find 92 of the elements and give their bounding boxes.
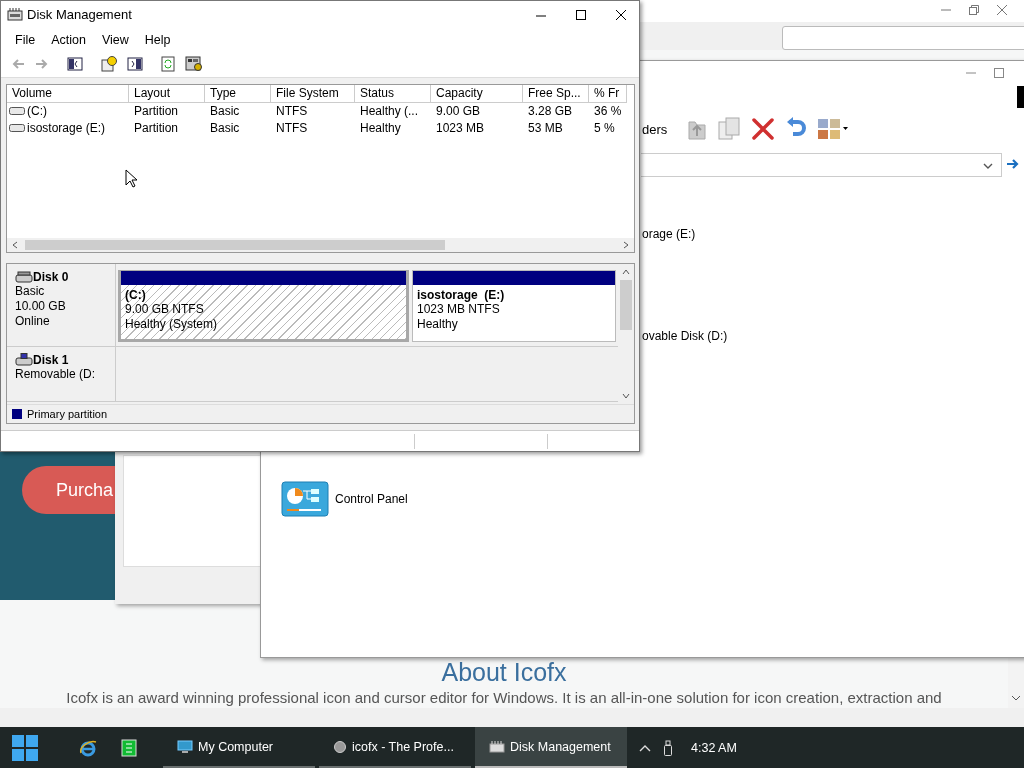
address-field[interactable] xyxy=(782,26,1024,50)
column-header[interactable]: Capacity xyxy=(431,84,523,103)
app-icon xyxy=(7,6,23,23)
partition-size: 1023 MB NTFS xyxy=(417,301,500,317)
table-cell: 1023 MB xyxy=(436,121,485,136)
item-label[interactable]: Control Panel xyxy=(335,492,408,506)
address-field[interactable] xyxy=(641,153,1002,177)
table-cell: 53 MB xyxy=(528,121,563,136)
column-header[interactable]: Status xyxy=(355,84,431,103)
delete-icon[interactable] xyxy=(751,117,775,141)
column-header[interactable]: Volume xyxy=(7,84,129,103)
disk-info: Online xyxy=(15,313,51,329)
table-cell: Partition xyxy=(134,121,179,136)
menu-item[interactable]: Help xyxy=(136,32,179,47)
partition-size: 9.00 GB NTFS xyxy=(125,301,205,317)
table-cell: 3.28 GB xyxy=(528,104,573,119)
dropdown-icon[interactable] xyxy=(983,162,993,170)
scroll-up-icon[interactable] xyxy=(622,267,630,276)
section-heading: About Icofx xyxy=(440,658,568,687)
go-arrow-icon[interactable] xyxy=(1006,158,1020,170)
column-header[interactable]: Free Sp... xyxy=(523,84,589,103)
column-header[interactable]: Layout xyxy=(129,84,205,103)
disk-info: Removable (D: xyxy=(15,366,97,382)
start-button[interactable] xyxy=(11,733,39,762)
scroll-down-icon[interactable] xyxy=(622,392,630,401)
maximize-icon[interactable] xyxy=(575,8,587,21)
table-cell: NTFS xyxy=(276,104,308,119)
views-icon[interactable] xyxy=(817,118,849,140)
column-header[interactable]: Type xyxy=(205,84,271,103)
legend-label: Primary partition xyxy=(27,408,108,421)
menu-item[interactable]: File xyxy=(7,32,44,47)
disk-info: Basic xyxy=(15,283,46,299)
horizontal-scrollbar[interactable] xyxy=(7,237,634,252)
properties-icon[interactable] xyxy=(185,55,203,72)
app-icon xyxy=(489,739,505,754)
restore-icon[interactable] xyxy=(968,4,980,16)
table-cell: NTFS xyxy=(276,121,308,136)
drive-label[interactable]: ovable Disk (D:) xyxy=(642,329,728,343)
purchase-button[interactable]: Purcha xyxy=(22,466,115,514)
toolbar-label[interactable]: ders xyxy=(642,122,668,137)
table-cell: Basic xyxy=(210,121,240,136)
browser-icon[interactable] xyxy=(79,738,97,757)
disk-name[interactable]: Disk 1 xyxy=(33,352,69,367)
scroll-right-icon[interactable] xyxy=(622,240,630,249)
close-icon[interactable] xyxy=(615,8,627,21)
table-cell: (C:) xyxy=(27,104,47,119)
partition-name: isostorage (E:) xyxy=(417,287,506,302)
partition-block[interactable]: (C:) 9.00 GB NTFS Healthy (System) xyxy=(118,269,409,342)
column-header[interactable]: % Fr xyxy=(589,84,627,103)
table-cell: 5 % xyxy=(594,121,615,136)
usb-drive-icon[interactable] xyxy=(663,739,673,756)
drive-icon xyxy=(9,107,25,116)
app-icon[interactable] xyxy=(121,738,137,757)
clock[interactable]: 4:32 AM xyxy=(691,740,737,755)
drive-label[interactable]: orage (E:) xyxy=(642,227,696,241)
cursor-icon xyxy=(125,169,137,188)
disk-name[interactable]: Disk 0 xyxy=(33,269,69,284)
partition-name: (C:) xyxy=(125,287,147,302)
window-title: Disk Management xyxy=(27,7,133,23)
taskbar-button[interactable]: icofx - The Profe... xyxy=(319,727,471,768)
menu-item[interactable]: View xyxy=(93,32,137,47)
control-panel-icon[interactable] xyxy=(281,481,329,517)
table-cell: Basic xyxy=(210,104,240,119)
table-cell: 9.00 GB xyxy=(436,104,481,119)
drive-icon xyxy=(9,124,25,133)
partition-status: Healthy (System) xyxy=(125,316,219,332)
disk-icon xyxy=(15,269,33,284)
monitor-icon xyxy=(177,739,193,754)
removable-disk-icon xyxy=(15,352,33,367)
pane-icon[interactable] xyxy=(127,56,143,71)
scroll-left-icon[interactable] xyxy=(11,240,19,249)
scrollbar[interactable] xyxy=(1008,658,1024,708)
table-cell: 36 % xyxy=(594,104,622,119)
scroll-down-icon[interactable] xyxy=(1011,694,1021,702)
table-cell: Healthy (... xyxy=(360,104,419,119)
globe-icon xyxy=(333,739,347,754)
partition-block[interactable]: isostorage (E:) 1023 MB NTFS Healthy xyxy=(412,269,616,342)
pane-icon[interactable] xyxy=(67,56,83,71)
menu-item[interactable]: Action xyxy=(43,32,94,47)
panel-edge xyxy=(1017,86,1024,108)
partition-status: Healthy xyxy=(417,316,459,332)
disk-info: 10.00 GB xyxy=(15,298,67,314)
taskbar-button[interactable]: My Computer xyxy=(163,727,315,768)
refresh-icon[interactable] xyxy=(161,55,175,72)
table-cell: isostorage (E:) xyxy=(27,121,106,136)
chevron-up-icon[interactable] xyxy=(639,743,651,752)
table-cell: Healthy xyxy=(360,121,401,136)
column-header[interactable]: File System xyxy=(271,84,355,103)
table-cell: Partition xyxy=(134,104,179,119)
paragraph: Icofx is an award winning professional icon and cursor editor for Windows. It is an all-in-one solution for icon creation, extraction and xyxy=(65,689,943,706)
taskbar-button[interactable]: Disk Management xyxy=(475,727,627,768)
help-icon[interactable] xyxy=(101,55,117,72)
